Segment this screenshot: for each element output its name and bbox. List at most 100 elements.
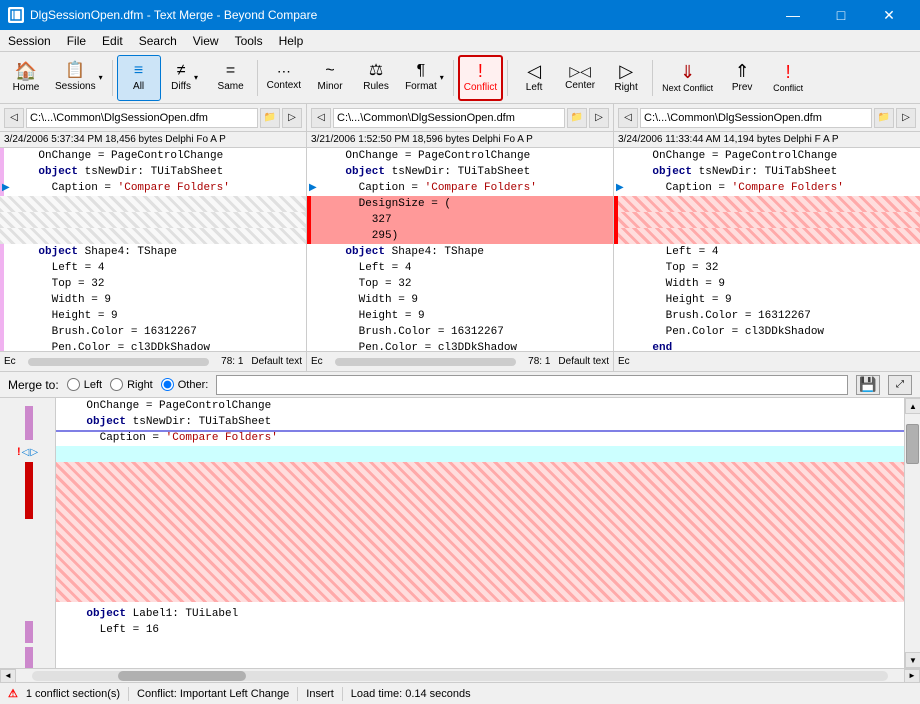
merge-line: object Label1: TUiLabel <box>56 606 904 622</box>
center-button[interactable]: ▷◁ Center <box>558 55 602 101</box>
panel1-line: Left = 4 <box>0 260 306 276</box>
filebar-2: ◁ 📁 ▷ <box>307 104 614 131</box>
panel1-line: object Shape4: TShape <box>0 244 306 260</box>
merge-line: OnChange = PageControlChange <box>56 398 904 414</box>
radio-right-label[interactable]: Right <box>127 379 153 391</box>
panel3-line: Height = 9 <box>614 292 920 308</box>
minor-button[interactable]: ~ Minor <box>308 55 352 101</box>
change-indicator: ▶ <box>2 182 12 192</box>
panel3-line: Brush.Color = 16312267 <box>614 308 920 324</box>
insert-mode: Insert <box>306 688 334 700</box>
filebar3-path[interactable] <box>640 108 872 128</box>
menu-help[interactable]: Help <box>271 30 312 51</box>
scroll-down-btn[interactable]: ▼ <box>905 652 920 668</box>
filebar2-right-btn[interactable]: ▷ <box>589 108 609 128</box>
menu-view[interactable]: View <box>185 30 227 51</box>
copy-left-icon[interactable]: ◁ <box>22 447 30 458</box>
panel3-line-hatch <box>614 212 920 228</box>
panel1-line: Brush.Color = 16312267 <box>0 324 306 340</box>
save-merge-button[interactable]: 💾 <box>856 375 880 395</box>
menu-file[interactable]: File <box>59 30 94 51</box>
titlebar: DlgSessionOpen.dfm - Text Merge - Beyond… <box>0 0 920 30</box>
gutter-controls: ! ◁ ▷ <box>17 444 38 458</box>
scroll-track[interactable] <box>905 414 920 652</box>
copy-right-icon[interactable]: ▷ <box>30 447 38 458</box>
close-button[interactable]: ✕ <box>866 0 912 30</box>
format-arrow: ▾ <box>439 73 444 82</box>
radio-left-label[interactable]: Left <box>84 379 102 391</box>
maximize-button[interactable]: □ <box>818 0 864 30</box>
left-button[interactable]: ◁ Left <box>512 55 556 101</box>
merge-content-area[interactable]: OnChange = PageControlChange object tsNe… <box>56 398 904 668</box>
gutter-block-purple3 <box>25 647 33 668</box>
sessions-button[interactable]: 📋 Sessions ▾ <box>50 55 108 101</box>
panel2-scrollbar[interactable] <box>335 358 516 366</box>
filebar3-right-btn[interactable]: ▷ <box>896 108 916 128</box>
panel1-line: object tsNewDir: TUiTabSheet <box>0 164 306 180</box>
filebar3-folder-btn[interactable]: 📁 <box>874 108 894 128</box>
hscroll-right-btn[interactable]: ► <box>904 669 920 683</box>
rules-button[interactable]: ⚖ Rules <box>354 55 398 101</box>
radio-right: Right <box>110 378 153 391</box>
right-icon: ▷ <box>619 62 633 80</box>
conflict2-button[interactable]: ! Conflict <box>766 55 810 101</box>
filebar2-left-btn[interactable]: ◁ <box>311 108 331 128</box>
expand-merge-button[interactable]: ⤢ <box>888 375 912 395</box>
right-button[interactable]: ▷ Right <box>604 55 648 101</box>
menu-edit[interactable]: Edit <box>94 30 131 51</box>
app-icon <box>8 7 24 23</box>
panel2-line: Width = 9 <box>307 292 613 308</box>
home-icon: 🏠 <box>15 62 37 80</box>
format-icon: ¶ <box>417 63 426 79</box>
other-path-input[interactable] <box>216 375 848 395</box>
format-button[interactable]: ¶ Format ▾ <box>400 55 449 101</box>
next-conflict-icon: ⇓ <box>680 63 695 81</box>
next-conflict-button[interactable]: ⇓ Next Conflict <box>657 55 718 101</box>
radio-other: Other: <box>161 378 209 391</box>
hscroll-left-btn[interactable]: ◄ <box>0 669 16 683</box>
radio-other-label[interactable]: Other: <box>178 379 209 391</box>
panel1-scrollbar[interactable] <box>28 358 209 366</box>
prev-button[interactable]: ⇑ Prev <box>720 55 764 101</box>
filebar2-folder-btn[interactable]: 📁 <box>567 108 587 128</box>
filebar2-path[interactable] <box>333 108 565 128</box>
panel1-line: Caption = 'Compare Folders' <box>0 180 306 196</box>
filebar1-left-btn[interactable]: ◁ <box>4 108 24 128</box>
scroll-handle[interactable] <box>906 424 919 464</box>
diffs-button[interactable]: ≠ Diffs ▾ <box>163 55 207 101</box>
panel2-line: object tsNewDir: TUiTabSheet <box>307 164 613 180</box>
minimize-button[interactable]: — <box>770 0 816 30</box>
radio-right-input[interactable] <box>110 378 123 391</box>
radio-other-input[interactable] <box>161 378 174 391</box>
filebar3-left-btn[interactable]: ◁ <box>618 108 638 128</box>
hscroll-track[interactable] <box>32 671 888 681</box>
home-button[interactable]: 🏠 Home <box>4 55 48 101</box>
toolbar: 🏠 Home 📋 Sessions ▾ ≡ All ≠ Diffs ▾ = Sa… <box>0 52 920 104</box>
panel1-line: Pen.Color = cl3DDkShadow <box>0 340 306 351</box>
filebar-3: ◁ 📁 ▷ <box>614 104 920 131</box>
conflict-button[interactable]: ! Conflict <box>458 55 503 101</box>
titlebar-info: DlgSessionOpen.dfm - Text Merge - Beyond… <box>8 7 317 23</box>
menu-session[interactable]: Session <box>0 30 59 51</box>
panel3-content[interactable]: OnChange = PageControlChange object tsNe… <box>614 148 920 351</box>
same-button[interactable]: = Same <box>209 55 253 101</box>
statusbar: ⚠ 1 conflict section(s) Conflict: Import… <box>0 682 920 704</box>
panel1-content[interactable]: OnChange = PageControlChange object tsNe… <box>0 148 306 351</box>
filebar1-right-btn[interactable]: ▷ <box>282 108 302 128</box>
conflict-count: 1 conflict section(s) <box>26 688 120 700</box>
menu-tools[interactable]: Tools <box>227 30 271 51</box>
panel2-content[interactable]: OnChange = PageControlChange object tsNe… <box>307 148 613 351</box>
context-button[interactable]: ⋯ Context <box>262 55 306 101</box>
panel3-line: Pen.Color = cl3DDkShadow <box>614 324 920 340</box>
menu-search[interactable]: Search <box>131 30 185 51</box>
hscroll-thumb[interactable] <box>118 671 246 681</box>
status-sep-3 <box>342 687 343 701</box>
filebar1-folder-btn[interactable]: 📁 <box>260 108 280 128</box>
filebar1-path[interactable] <box>26 108 258 128</box>
scroll-up-btn[interactable]: ▲ <box>905 398 920 414</box>
all-button[interactable]: ≡ All <box>117 55 161 101</box>
prev-icon: ⇑ <box>735 62 750 80</box>
radio-left-input[interactable] <box>67 378 80 391</box>
panel1-header: 3/24/2006 5:37:34 PM 18,456 bytes Delphi… <box>0 132 306 148</box>
toolbar-separator-3 <box>453 60 454 96</box>
